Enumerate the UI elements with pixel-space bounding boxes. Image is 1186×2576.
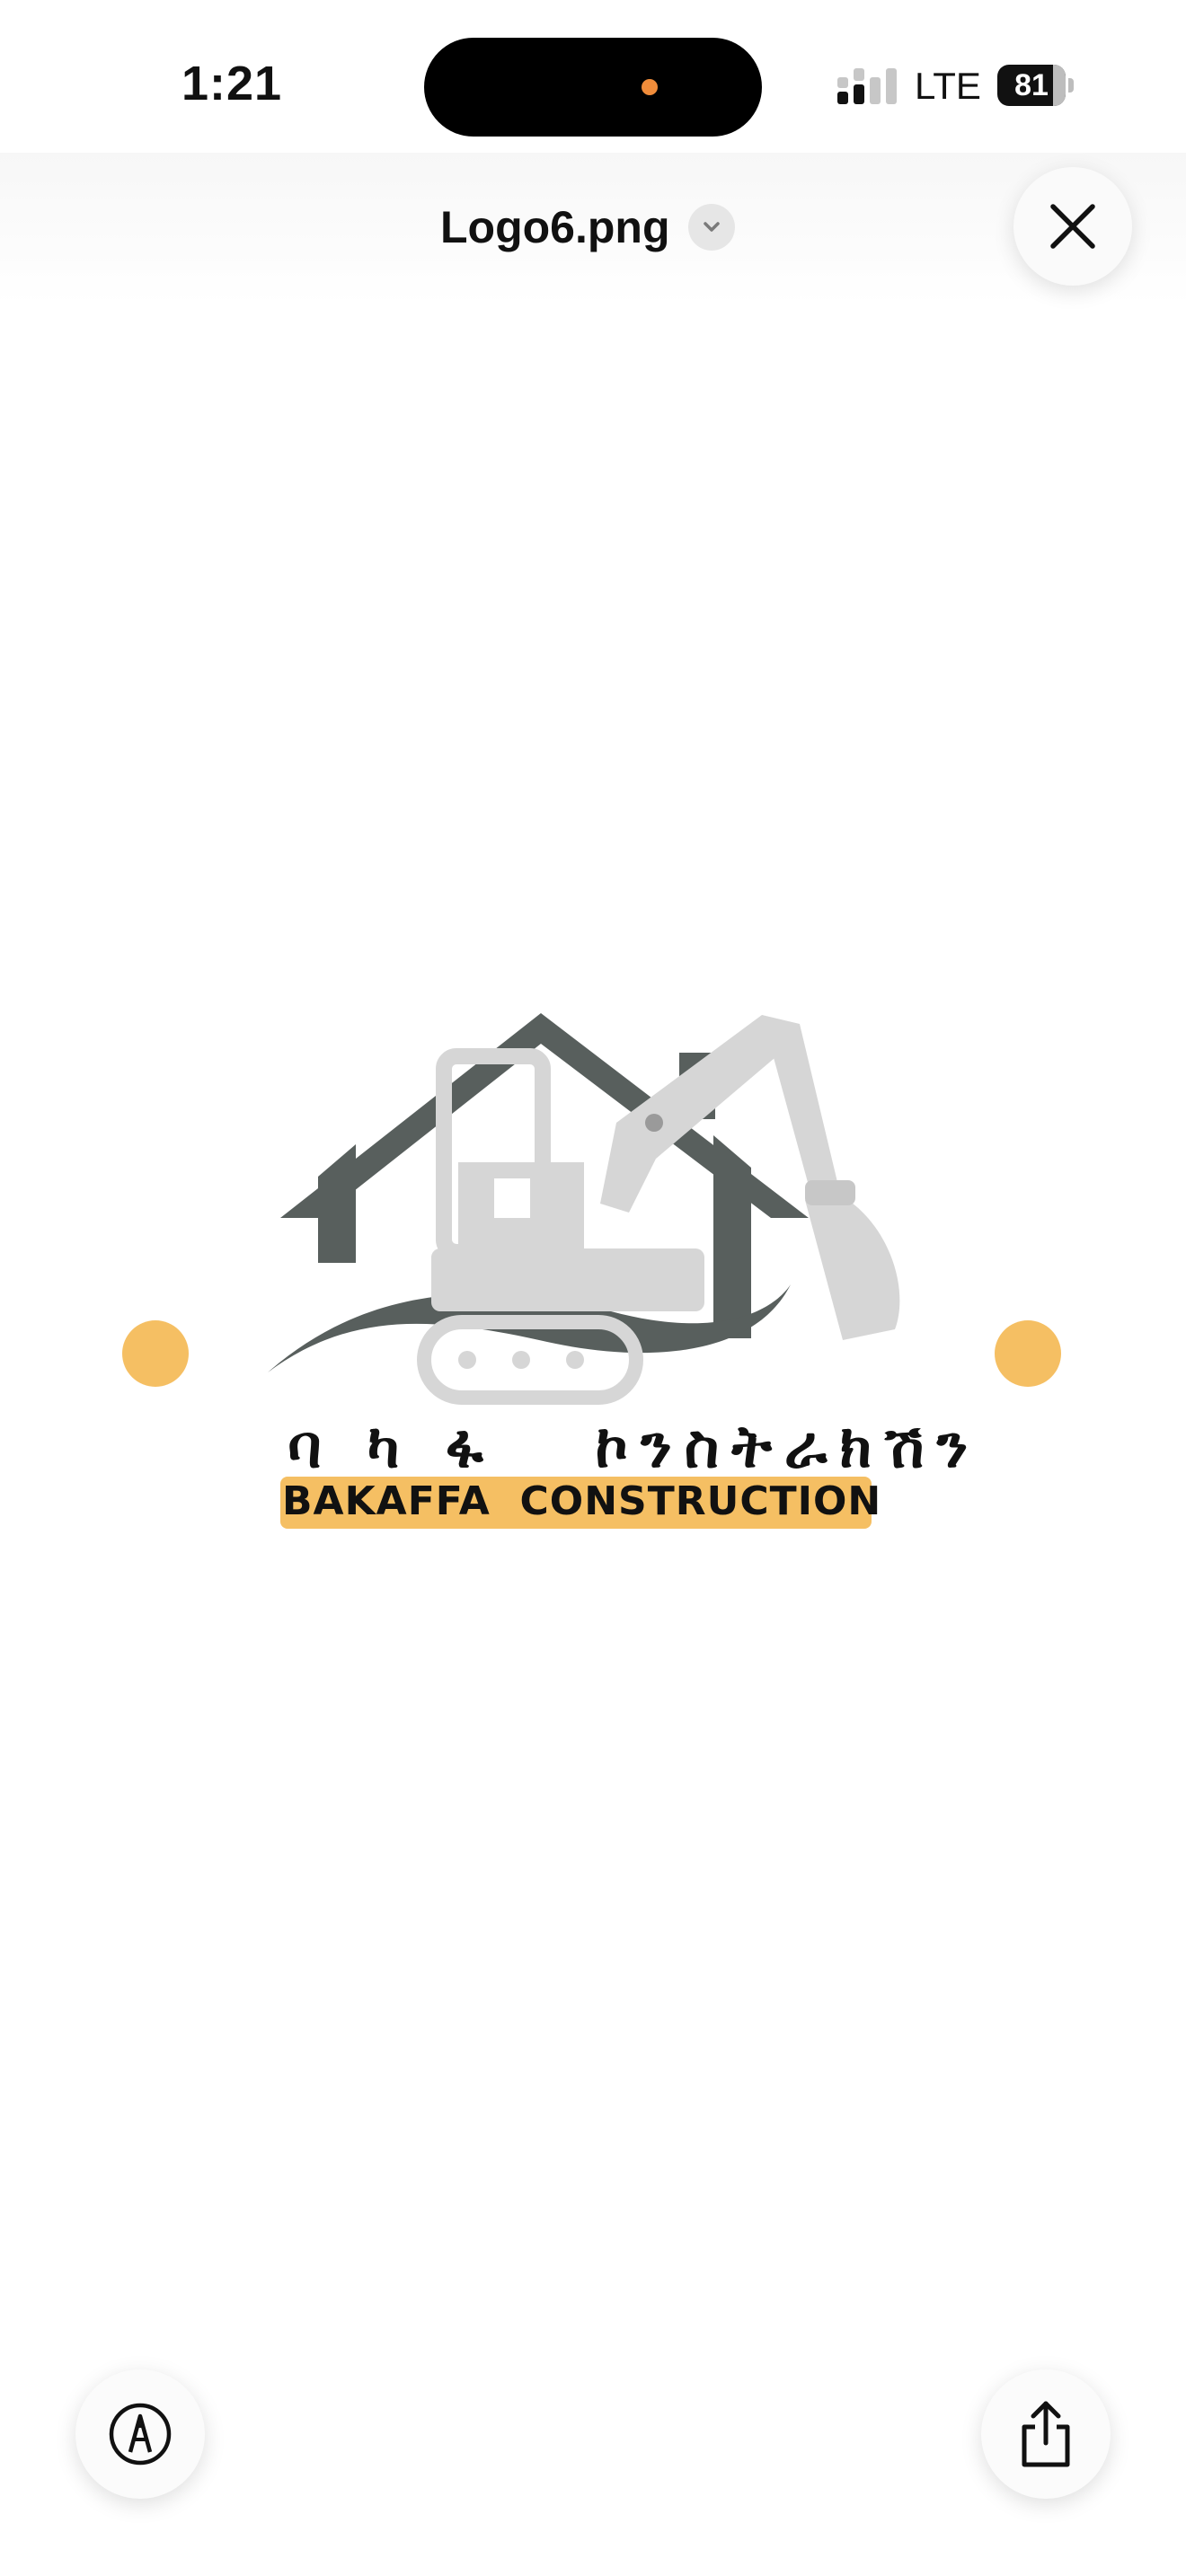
file-title[interactable]: Logo6.png [440, 201, 670, 253]
markup-button[interactable] [75, 2369, 205, 2499]
close-icon [1050, 204, 1095, 249]
quick-look-screen: 1:21 LTE 81 Logo6.png ባ ካ ፋ ኮንስትራክሽን BAK… [0, 0, 1186, 2576]
file-title-menu[interactable]: Logo6.png [440, 196, 735, 259]
chevron-down-icon[interactable] [687, 204, 735, 251]
share-button[interactable] [981, 2369, 1111, 2499]
network-type: LTE [915, 65, 981, 107]
markup-pen-icon [109, 2403, 172, 2466]
logo-amharic-text: ባ ካ ፋ ኮንስትራክሽን [288, 1412, 981, 1481]
battery-icon: 81 [997, 65, 1074, 106]
recording-indicator-dot [642, 79, 658, 95]
share-icon [1022, 2401, 1070, 2467]
house-excavator-emblem [268, 1013, 900, 1405]
status-time: 1:21 [181, 57, 283, 110]
company-logo: ባ ካ ፋ ኮንስትራክሽን BAKAFFA CONSTRUCTION [108, 988, 1078, 1563]
close-button[interactable] [1013, 167, 1132, 286]
dynamic-island [424, 38, 762, 137]
logo-english-text: BAKAFFA CONSTRUCTION [282, 1478, 882, 1524]
battery-level: 81 [1014, 68, 1049, 102]
cellular-signal-icon [837, 68, 897, 104]
